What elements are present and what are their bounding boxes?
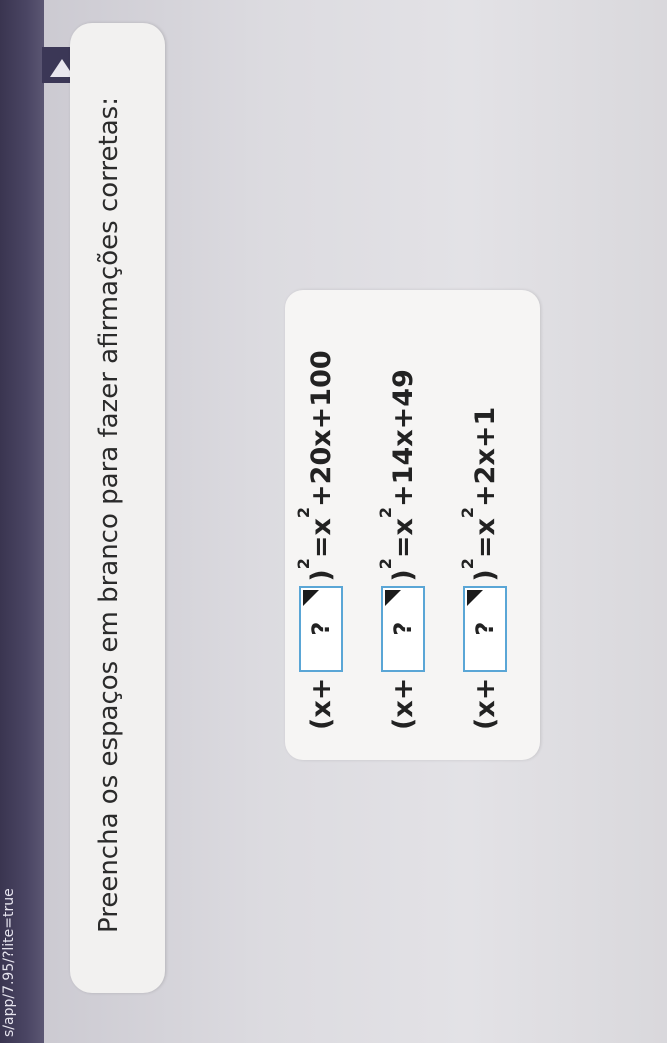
equation-row: (x+ ? ) 2 =x 2 +14x+49 <box>376 369 427 730</box>
exponent: 2 <box>375 558 395 570</box>
answer-dropdown[interactable]: ? <box>381 585 425 672</box>
rhs-rest: +14x+49 <box>387 369 419 507</box>
rhs-rest: +20x+100 <box>305 350 337 507</box>
closing-paren: ) <box>305 569 337 582</box>
instruction-banner: Preencha os espaços em branco para fazer… <box>70 23 165 993</box>
content-area: Preencha os espaços em branco para fazer… <box>0 0 667 1043</box>
equations-card: (x+ ? ) 2 =x 2 +20x+100 (x+ ? ) 2 =x 2 +… <box>285 290 540 760</box>
dropdown-triangle-icon <box>303 589 319 606</box>
rhs-first: =x <box>387 518 419 559</box>
equation-right-side: ) 2 =x 2 +20x+100 <box>294 350 337 582</box>
rhs-rest: +2x+1 <box>469 406 501 507</box>
equation-row: (x+ ? ) 2 =x 2 +20x+100 <box>294 350 345 730</box>
equation-right-side: ) 2 =x 2 +2x+1 <box>458 406 501 582</box>
exponent: 2 <box>457 558 477 570</box>
answer-dropdown[interactable]: ? <box>299 585 343 672</box>
dropdown-triangle-icon <box>467 589 483 606</box>
dropdown-placeholder: ? <box>389 621 417 636</box>
answer-dropdown[interactable]: ? <box>463 585 507 672</box>
rhs-exponent: 2 <box>375 506 395 519</box>
equation-prefix: (x+ <box>387 677 419 730</box>
rhs-first: =x <box>469 518 501 559</box>
closing-paren: ) <box>469 569 501 582</box>
equation-right-side: ) 2 =x 2 +14x+49 <box>376 369 419 582</box>
dropdown-placeholder: ? <box>471 621 499 636</box>
dropdown-triangle-icon <box>385 589 401 606</box>
rhs-exponent: 2 <box>457 506 477 519</box>
instruction-text: Preencha os espaços em branco para fazer… <box>94 97 124 933</box>
equation-prefix: (x+ <box>469 677 501 730</box>
rhs-first: =x <box>305 518 337 559</box>
exponent: 2 <box>293 558 313 570</box>
dropdown-placeholder: ? <box>307 621 335 636</box>
equation-prefix: (x+ <box>305 677 337 730</box>
rhs-exponent: 2 <box>293 506 313 519</box>
closing-paren: ) <box>387 569 419 582</box>
equation-row: (x+ ? ) 2 =x 2 +2x+1 <box>458 406 509 730</box>
